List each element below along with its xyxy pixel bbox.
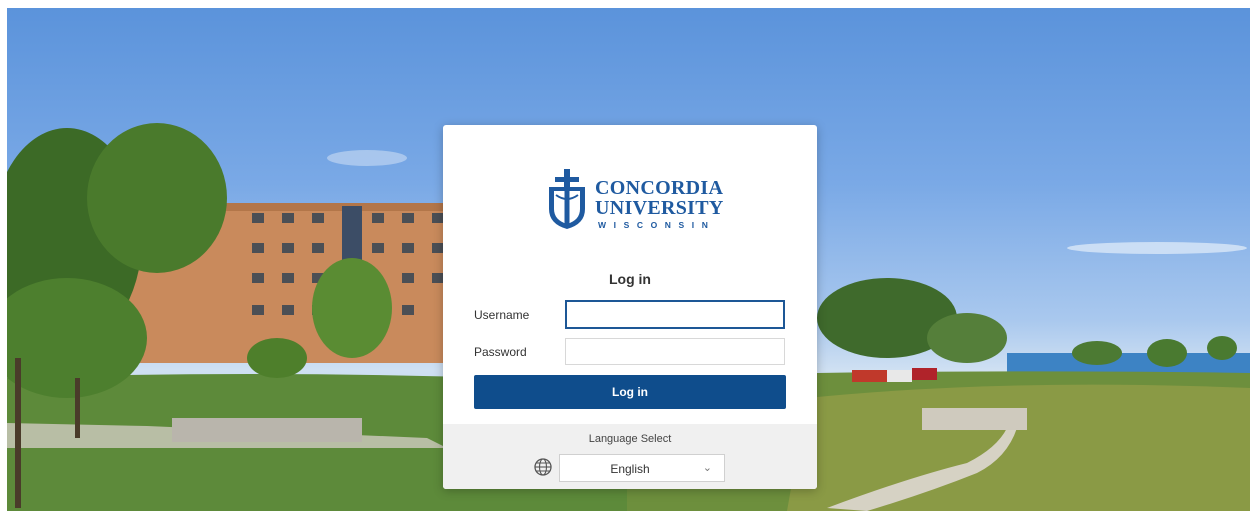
username-label: Username: [474, 308, 530, 322]
language-selected-value: English: [610, 462, 650, 476]
university-crest-icon: [549, 169, 585, 229]
login-card: CONCORDIA UNIVERSITY WISCONSIN Log in Us…: [443, 125, 817, 489]
language-select-section: Language Select English ⌄: [443, 424, 817, 489]
globe-icon: [534, 458, 552, 476]
password-label: Password: [474, 345, 527, 359]
chevron-down-icon: ⌄: [702, 462, 712, 474]
username-input[interactable]: [565, 300, 785, 329]
login-title: Log in: [609, 271, 651, 287]
logo-text-university: UNIVERSITY: [595, 197, 724, 219]
password-input[interactable]: [565, 338, 785, 365]
logo-text-wisconsin: WISCONSIN: [598, 220, 716, 230]
language-select-label: Language Select: [588, 433, 672, 445]
university-logo: CONCORDIA UNIVERSITY WISCONSIN: [545, 169, 723, 230]
login-button[interactable]: Log in: [474, 375, 786, 409]
language-dropdown[interactable]: English ⌄: [559, 454, 725, 482]
